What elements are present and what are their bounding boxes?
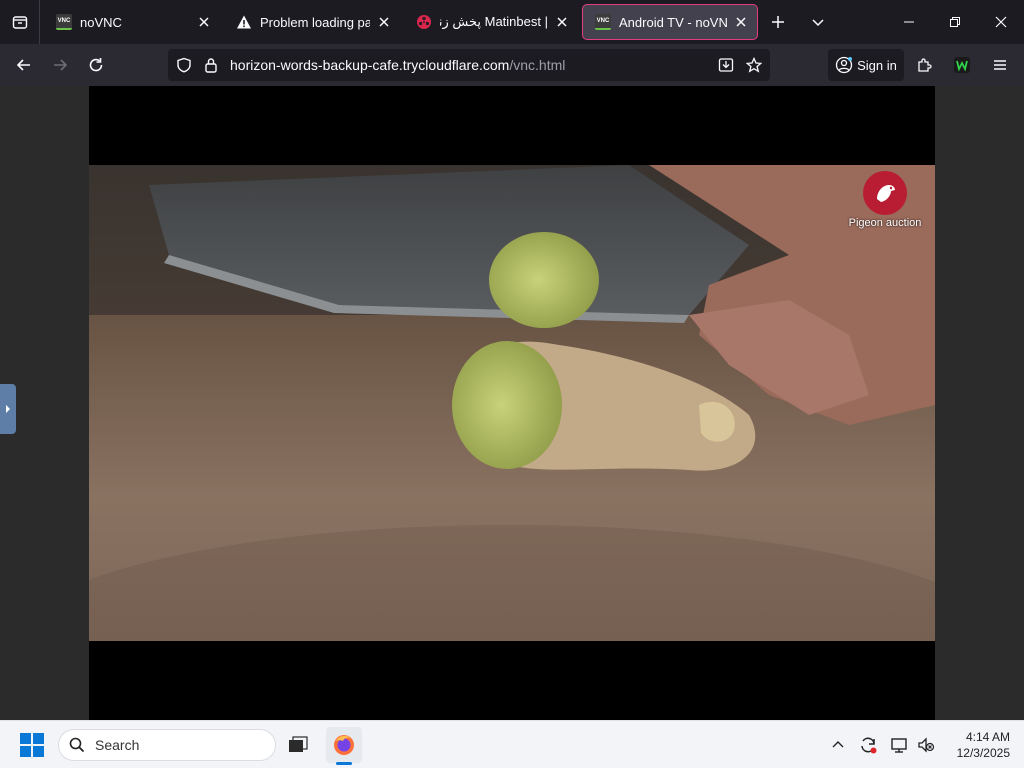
reload-icon [89, 58, 103, 72]
windows-logo-icon [20, 733, 44, 757]
pigeon-logo-icon [863, 171, 907, 215]
close-window-button[interactable] [978, 0, 1024, 44]
task-view-button[interactable] [280, 727, 316, 763]
tab-novnc[interactable]: VNC noVNC [44, 4, 220, 40]
close-tab-button[interactable] [196, 14, 212, 30]
taskbar-search-box[interactable]: Search [58, 729, 276, 761]
restore-button[interactable] [932, 0, 978, 44]
restore-icon [950, 17, 960, 27]
sync-tray-button[interactable] [856, 733, 880, 757]
tab-matinbest[interactable]: | Matinbest پخش زنده [404, 4, 578, 40]
close-tab-button[interactable] [376, 14, 392, 30]
system-clock[interactable]: 4:14 AM 12/3/2025 [940, 729, 1010, 761]
vnc-remote-screen[interactable]: Pigeon auction [89, 86, 935, 720]
start-button[interactable] [20, 733, 44, 757]
close-tab-button[interactable] [554, 14, 570, 30]
extension-w-button[interactable] [944, 47, 980, 83]
tab-label: Android TV - noVNC [619, 14, 727, 30]
close-icon [995, 16, 1007, 28]
url-host: horizon-words-backup-cafe.trycloudflare.… [230, 57, 510, 73]
chevron-up-icon [832, 741, 844, 748]
speaker-muted-icon [918, 737, 935, 753]
plus-icon [772, 16, 784, 28]
vnc-favicon: VNC [56, 14, 72, 30]
tab-list-button[interactable] [0, 0, 40, 44]
app-menu-button[interactable] [982, 47, 1018, 83]
sign-in-label: Sign in [857, 57, 897, 73]
tabs-list-icon [12, 16, 27, 29]
warning-icon [237, 15, 251, 29]
tab-problem-loading[interactable]: Problem loading page [224, 4, 400, 40]
tab-label: Problem loading page [260, 14, 370, 30]
close-icon [199, 17, 209, 27]
close-tab-button[interactable] [733, 14, 749, 30]
clock-time: 4:14 AM [965, 730, 1010, 744]
lock-icon[interactable] [204, 57, 218, 73]
extensions-button[interactable] [906, 47, 942, 83]
close-icon [379, 17, 389, 27]
w-extension-icon [954, 57, 970, 73]
new-tab-button[interactable] [758, 0, 798, 44]
arrow-left-icon [16, 59, 30, 71]
sync-icon [861, 737, 877, 754]
minimize-button[interactable] [886, 0, 932, 44]
vnc-favicon: VNC [595, 14, 611, 30]
volume-tray-button[interactable] [914, 733, 938, 757]
taskbar-firefox[interactable] [326, 727, 362, 765]
account-icon [835, 56, 853, 74]
minimize-icon [904, 21, 914, 23]
film-reel-icon [417, 15, 431, 29]
firefox-icon [334, 735, 354, 755]
windows-taskbar: Search 4:14 AM 12/3/2025 [0, 720, 1024, 768]
address-bar[interactable]: horizon-words-backup-cafe.trycloudflare.… [168, 49, 770, 81]
page-content: Pigeon auction [0, 86, 1024, 720]
show-hidden-icons-button[interactable] [826, 733, 850, 757]
hamburger-menu-icon [994, 60, 1006, 70]
tab-bar: VNC noVNC Problem loading page | Matinbe… [0, 0, 1024, 44]
close-icon [557, 17, 567, 27]
monitor-network-icon [891, 738, 907, 753]
channel-watermark: Pigeon auction [843, 171, 927, 229]
tab-label: noVNC [80, 14, 122, 30]
sign-in-button[interactable]: Sign in [828, 49, 904, 81]
tab-android-tv-novnc[interactable]: VNC Android TV - noVNC [582, 4, 758, 40]
task-view-icon [289, 736, 308, 752]
network-tray-button[interactable] [888, 733, 912, 757]
channel-name: Pigeon auction [848, 217, 922, 229]
video-frame[interactable]: Pigeon auction [89, 165, 935, 641]
arrow-right-icon [54, 59, 68, 71]
chevron-down-icon [812, 19, 824, 27]
reload-button[interactable] [78, 47, 114, 83]
puzzle-piece-icon [918, 58, 932, 72]
novnc-control-bar-handle[interactable] [0, 384, 16, 434]
install-app-icon[interactable] [718, 57, 734, 73]
shield-icon[interactable] [176, 57, 192, 73]
navigation-toolbar: horizon-words-backup-cafe.trycloudflare.… [0, 44, 1024, 86]
close-icon [736, 17, 746, 27]
active-app-indicator [336, 762, 352, 765]
video-scene-image [89, 165, 935, 641]
bookmark-star-icon[interactable] [746, 57, 762, 73]
url-path: /vnc.html [509, 57, 566, 73]
search-placeholder: Search [95, 737, 140, 753]
tab-label: | Matinbest پخش زنده [440, 14, 548, 29]
search-icon [69, 737, 85, 753]
forward-button[interactable] [42, 47, 78, 83]
chevron-right-icon [6, 405, 10, 413]
clock-date: 12/3/2025 [956, 746, 1010, 760]
list-all-tabs-button[interactable] [798, 0, 838, 44]
back-button[interactable] [6, 47, 42, 83]
